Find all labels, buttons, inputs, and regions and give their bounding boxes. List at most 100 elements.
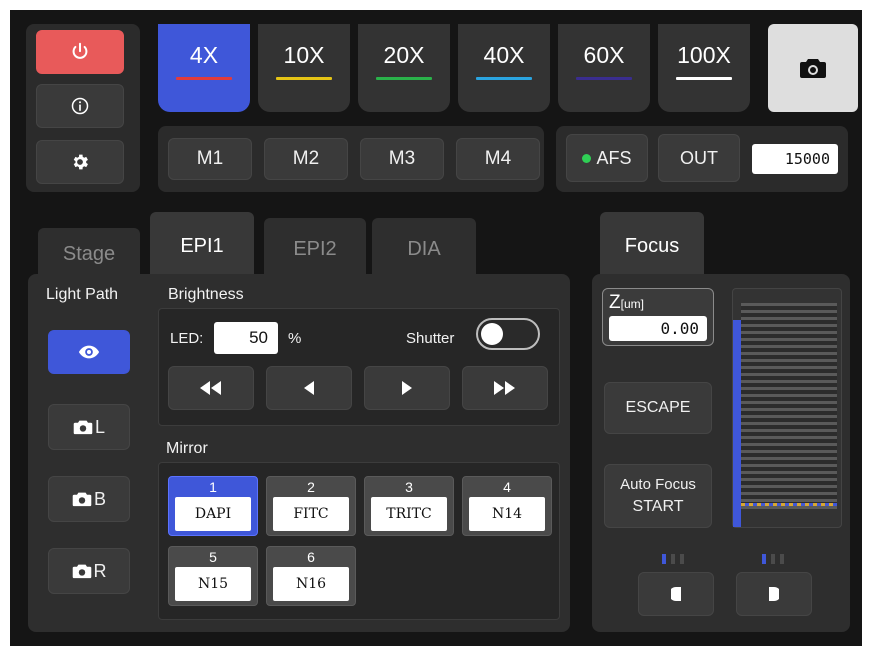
objective-color-bar bbox=[376, 77, 432, 80]
z-label: Z bbox=[609, 292, 621, 313]
objective-color-bar bbox=[176, 77, 232, 80]
tab-epi1[interactable]: EPI1 bbox=[150, 212, 254, 280]
objective-label: 100X bbox=[677, 42, 731, 68]
microscope-control-panel: 4X 10X 20X 40X 60X 100X M1 M2 M3 M4 AFS OUT 1500… bbox=[10, 10, 862, 646]
camera-icon bbox=[72, 564, 91, 579]
escape-label: ESCAPE bbox=[625, 399, 691, 416]
objective-color-bar bbox=[276, 77, 332, 80]
z-position-box: Z[um] 0.00 bbox=[602, 288, 714, 346]
led-value-field[interactable]: 50 bbox=[214, 322, 278, 354]
memory-m1-button[interactable]: M1 bbox=[168, 138, 252, 180]
mirror-fitc-button[interactable]: 2 FITC bbox=[266, 476, 356, 536]
objective-color-bar bbox=[576, 77, 632, 80]
camera-port-r-button[interactable]: R bbox=[48, 548, 130, 594]
tab-focus[interactable]: Focus bbox=[600, 212, 704, 280]
half-circle-left-icon bbox=[671, 587, 681, 601]
objective-color-bar bbox=[676, 77, 732, 80]
focus-up-button[interactable] bbox=[736, 572, 812, 616]
camera-port-b-button[interactable]: B bbox=[48, 476, 130, 522]
z-unit-label: [um] bbox=[620, 297, 644, 311]
triangle-right-icon bbox=[402, 381, 412, 395]
shutter-toggle-knob bbox=[481, 323, 503, 345]
shutter-toggle[interactable] bbox=[476, 318, 540, 350]
led-decrease-button[interactable] bbox=[266, 366, 352, 410]
mirror-index: 3 bbox=[405, 479, 413, 495]
out-label: OUT bbox=[680, 147, 718, 168]
mirror-name: FITC bbox=[273, 497, 349, 531]
mirror-n14-button[interactable]: 4 N14 bbox=[462, 476, 552, 536]
led-increase-button[interactable] bbox=[364, 366, 450, 410]
escape-button[interactable]: ESCAPE bbox=[604, 382, 712, 434]
focus-limit-marker bbox=[741, 503, 837, 506]
objective-40x-button[interactable]: 40X bbox=[458, 24, 550, 112]
mirror-index: 2 bbox=[307, 479, 315, 495]
camera-port-l-button[interactable]: L bbox=[48, 404, 130, 450]
capture-button[interactable] bbox=[768, 24, 858, 112]
focus-up-steps-indicator bbox=[762, 554, 784, 564]
z-label-row: Z[um] bbox=[609, 293, 644, 314]
objective-label: 40X bbox=[483, 42, 525, 68]
afs-label: AFS bbox=[596, 147, 632, 168]
mirror-tritc-button[interactable]: 3 TRITC bbox=[364, 476, 454, 536]
mirror-index: 4 bbox=[503, 479, 511, 495]
fast-rewind-icon bbox=[200, 381, 221, 395]
led-unit-label: % bbox=[288, 330, 302, 347]
tab-stage[interactable]: Stage bbox=[38, 228, 140, 280]
mirror-name: N15 bbox=[175, 567, 251, 601]
eyepiece-button[interactable] bbox=[48, 330, 130, 374]
objective-color-bar bbox=[476, 77, 532, 80]
led-label: LED: bbox=[170, 330, 204, 347]
afs-status-indicator bbox=[582, 153, 592, 163]
eye-icon bbox=[78, 345, 100, 359]
led-fast-increase-button[interactable] bbox=[462, 366, 548, 410]
tab-dia[interactable]: DIA bbox=[372, 218, 476, 280]
objective-100x-button[interactable]: 100X bbox=[658, 24, 750, 112]
mirror-name: DAPI bbox=[175, 497, 251, 531]
power-button[interactable] bbox=[36, 30, 124, 74]
shutter-label: Shutter bbox=[406, 330, 455, 347]
mirror-n15-button[interactable]: 5 N15 bbox=[168, 546, 258, 606]
z-value-field[interactable]: 0.00 bbox=[609, 316, 707, 341]
mirror-n16-button[interactable]: 6 N16 bbox=[266, 546, 356, 606]
autofocus-start-button[interactable]: Auto Focus START bbox=[604, 464, 712, 528]
mirror-index: 1 bbox=[209, 479, 217, 495]
fast-forward-icon bbox=[494, 381, 515, 395]
focus-down-steps-indicator bbox=[662, 554, 684, 564]
power-icon bbox=[72, 42, 88, 59]
memory-m3-button[interactable]: M3 bbox=[360, 138, 444, 180]
camera-icon bbox=[73, 420, 93, 435]
triangle-left-icon bbox=[304, 381, 314, 395]
afs-value-field[interactable]: 15000 bbox=[752, 144, 838, 174]
camera-icon bbox=[72, 492, 92, 507]
objective-10x-button[interactable]: 10X bbox=[258, 24, 350, 112]
mirror-dapi-button[interactable]: 1 DAPI bbox=[168, 476, 258, 536]
objective-60x-button[interactable]: 60X bbox=[558, 24, 650, 112]
autofocus-label: Auto Focus bbox=[620, 476, 696, 493]
port-l-label: L bbox=[94, 416, 105, 437]
focus-level-gauge bbox=[732, 288, 842, 528]
settings-button[interactable] bbox=[36, 140, 124, 184]
objective-4x-button[interactable]: 4X bbox=[158, 24, 250, 112]
objective-label: 10X bbox=[283, 42, 325, 68]
focus-scale-stripes bbox=[741, 303, 837, 509]
gear-icon bbox=[73, 154, 88, 170]
focus-down-button[interactable] bbox=[638, 572, 714, 616]
mirror-title: Mirror bbox=[166, 440, 208, 457]
memory-m4-button[interactable]: M4 bbox=[456, 138, 540, 180]
light-path-title: Light Path bbox=[46, 286, 119, 303]
memory-m2-button[interactable]: M2 bbox=[264, 138, 348, 180]
half-circle-right-icon bbox=[769, 587, 779, 601]
mirror-name: N14 bbox=[469, 497, 545, 531]
mirror-name: TRITC bbox=[371, 497, 447, 531]
info-button[interactable] bbox=[36, 84, 124, 128]
focus-level-bar bbox=[733, 320, 741, 527]
tab-epi2[interactable]: EPI2 bbox=[264, 218, 366, 280]
autofocus-start-label: START bbox=[632, 498, 684, 515]
port-b-label: B bbox=[93, 488, 106, 509]
led-fast-decrease-button[interactable] bbox=[168, 366, 254, 410]
out-button[interactable]: OUT bbox=[658, 134, 740, 182]
objective-label: 4X bbox=[189, 42, 219, 68]
objective-20x-button[interactable]: 20X bbox=[358, 24, 450, 112]
mirror-name: N16 bbox=[273, 567, 349, 601]
afs-button[interactable]: AFS bbox=[566, 134, 648, 182]
